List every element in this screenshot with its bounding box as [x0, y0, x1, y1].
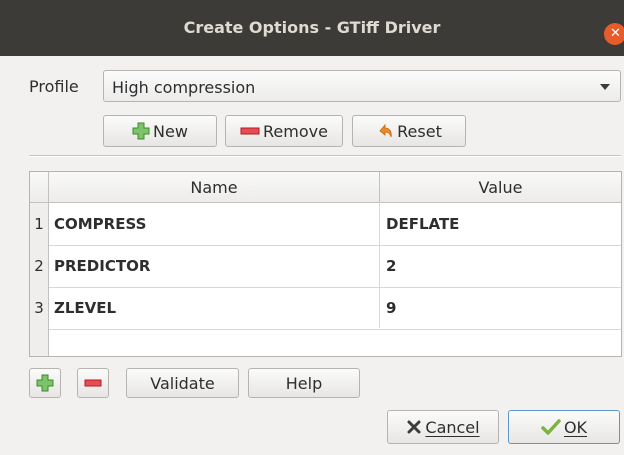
plus-icon	[36, 374, 54, 392]
checkmark-icon	[541, 419, 561, 435]
option-value-cell[interactable]: 2	[386, 245, 396, 287]
profile-selected: High compression	[112, 78, 256, 97]
minus-icon	[84, 379, 102, 387]
option-name-cell[interactable]: COMPRESS	[54, 203, 146, 245]
remove-profile-label: Remove	[263, 121, 328, 141]
plus-icon	[132, 122, 150, 140]
cancel-button[interactable]: Cancel	[387, 410, 499, 444]
help-button[interactable]: Help	[248, 368, 360, 398]
table-header: Name Value	[30, 172, 621, 203]
new-profile-label: New	[153, 121, 188, 141]
table-row[interactable]: 3 ZLEVEL 9	[30, 287, 621, 330]
ok-button[interactable]: OK	[508, 410, 620, 444]
help-label: Help	[285, 373, 323, 393]
profile-label: Profile	[29, 77, 79, 96]
new-profile-button[interactable]: New	[103, 115, 217, 147]
remove-profile-button[interactable]: Remove	[225, 115, 343, 147]
minus-icon	[240, 127, 260, 135]
column-divider	[379, 202, 380, 328]
option-value-cell[interactable]: 9	[386, 287, 396, 329]
option-value-cell[interactable]: DEFLATE	[386, 203, 459, 245]
profile-combobox[interactable]: High compression	[103, 70, 621, 102]
column-header-name[interactable]: Name	[49, 178, 379, 197]
chevron-down-icon	[600, 84, 610, 90]
ok-label: OK	[563, 417, 588, 437]
option-name-cell[interactable]: PREDICTOR	[54, 245, 150, 287]
reset-icon	[379, 123, 392, 138]
row-number: 2	[30, 245, 49, 287]
window-title: Create Options - GTiff Driver	[183, 18, 441, 37]
remove-option-button[interactable]	[77, 368, 109, 398]
row-number: 3	[30, 287, 49, 329]
column-header-value[interactable]: Value	[380, 178, 621, 197]
reset-profile-label: Reset	[397, 121, 442, 141]
table-row[interactable]: 1 COMPRESS DEFLATE	[30, 203, 621, 246]
close-icon[interactable]: ✕	[604, 23, 624, 45]
title-bar: Create Options - GTiff Driver ✕	[0, 0, 624, 56]
validate-label: Validate	[150, 373, 215, 393]
validate-button[interactable]: Validate	[126, 368, 239, 398]
option-name-cell[interactable]: ZLEVEL	[54, 287, 116, 329]
add-option-button[interactable]	[29, 368, 61, 398]
table-row[interactable]: 2 PREDICTOR 2	[30, 245, 621, 288]
options-table[interactable]: Name Value 1 COMPRESS DEFLATE 2 PREDICTO…	[29, 171, 622, 357]
reset-profile-button[interactable]: Reset	[352, 115, 466, 147]
x-icon	[407, 420, 421, 434]
empty-row-gutter	[30, 329, 49, 356]
row-number: 1	[30, 203, 49, 245]
cancel-label: Cancel	[425, 417, 480, 437]
separator	[29, 155, 621, 157]
